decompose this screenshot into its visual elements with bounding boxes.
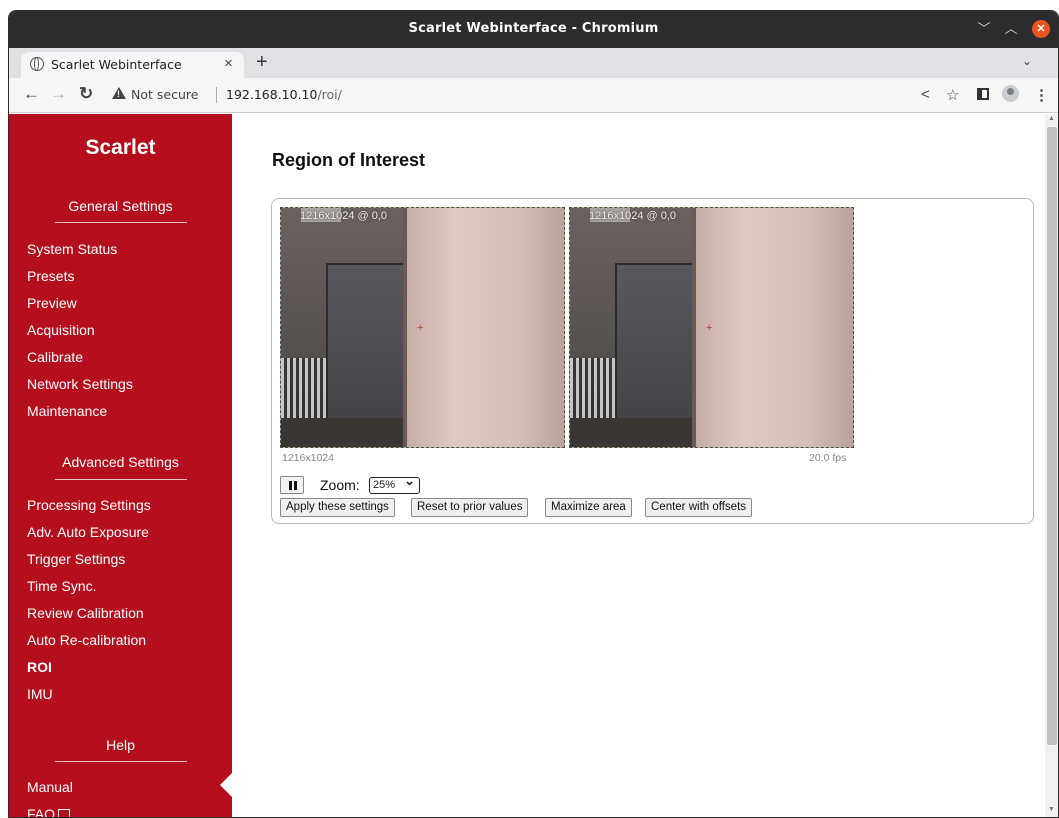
tab-scarlet[interactable]: Scarlet Webinterface × [21,52,244,78]
sidebar-item-acquisition[interactable]: Acquisition [27,322,95,338]
browser-window: Scarlet Webinterface - Chromium ﹀ ︿ ✕ Sc… [8,10,1059,818]
sidebar-item-calibrate[interactable]: Calibrate [27,349,83,365]
url-host: 192.168.10.10 [226,87,318,102]
window-title: Scarlet Webinterface - Chromium [408,21,659,36]
active-indicator [220,773,232,797]
section-general-settings: General Settings [68,198,173,214]
tab-label: Scarlet Webinterface [51,57,182,72]
maximize-icon[interactable]: ︿ [1002,20,1020,38]
title-bar: Scarlet Webinterface - Chromium ﹀ ︿ ✕ [9,11,1058,48]
zoom-select[interactable]: 25% [369,474,420,494]
chevron-down-icon[interactable]: ⌄ [1022,54,1032,68]
page-title: Region of Interest [272,150,426,170]
external-link-icon [58,809,71,817]
url-path: /roi/ [317,87,342,102]
reset-values-button[interactable]: Reset to prior values [411,498,529,517]
section-divider [55,222,187,223]
camera-image: + [570,208,853,447]
roi-overlay-label: 1216x1024 @ 0,0 [300,210,388,222]
resolution-text: 1216x1024 [282,452,334,464]
address-bar[interactable]: 192.168.10.10/roi/ [226,87,342,102]
camera-image: + [281,208,564,447]
browser-toolbar: ← → ↻ Not secure 192.168.10.10/roi/ < ☆ … [9,78,1058,113]
sidebar-item-imu[interactable]: IMU [27,686,53,702]
address-separator [216,87,217,103]
sidebar: Scarlet General Settings System Status P… [9,114,232,818]
camera-view-right[interactable]: + 1216x1024 @ 0,0 [569,207,854,448]
sidebar-item-preview[interactable]: Preview [27,295,77,311]
crosshair-icon: + [706,322,713,334]
zoom-label: Zoom: [320,477,360,493]
sidebar-item-auto-recalibration[interactable]: Auto Re-calibration [27,632,146,648]
bookmark-star-icon[interactable]: ☆ [946,86,959,104]
roi-panel: + 1216x1024 @ 0,0 + 1216x1024 @ 0,0 1216… [271,198,1034,524]
section-divider [55,761,187,762]
new-tab-button[interactable]: + [256,51,268,74]
faq-label: FAQ [27,806,56,818]
sidebar-item-review-calibration[interactable]: Review Calibration [27,605,144,621]
kebab-menu-icon[interactable]: ⋮ [1034,86,1049,104]
scroll-down-icon[interactable]: ▼ [1048,806,1055,813]
globe-icon [30,57,44,71]
sidebar-item-trigger-settings[interactable]: Trigger Settings [27,551,125,567]
tab-strip: Scarlet Webinterface × + ⌄ [9,48,1058,78]
scroll-thumb[interactable] [1047,127,1057,745]
fps-text: 20.0 fps [809,452,847,464]
warning-icon[interactable] [112,87,126,99]
scrollbar[interactable]: ▲ ▼ [1045,114,1058,817]
camera-view-left[interactable]: + 1216x1024 @ 0,0 [280,207,565,448]
center-offsets-button[interactable]: Center with offsets [645,498,753,517]
side-panel-icon[interactable] [977,88,989,100]
roi-overlay-label: 1216x1024 @ 0,0 [589,210,677,222]
profile-avatar-icon[interactable] [1002,85,1019,102]
forward-arrow-icon[interactable]: → [50,84,67,104]
sidebar-item-roi[interactable]: ROI [27,659,52,675]
section-divider [55,479,187,480]
sidebar-item-manual[interactable]: Manual [27,779,73,795]
back-arrow-icon[interactable]: ← [23,84,40,104]
reload-icon[interactable]: ↻ [79,84,93,104]
share-icon[interactable]: < [921,86,930,103]
brand-title[interactable]: Scarlet [9,136,232,160]
crosshair-icon: + [417,322,424,334]
sidebar-item-adv-auto-exposure[interactable]: Adv. Auto Exposure [27,524,149,540]
sidebar-item-maintenance[interactable]: Maintenance [27,403,107,419]
sidebar-item-time-sync[interactable]: Time Sync. [27,578,97,594]
sidebar-item-processing-settings[interactable]: Processing Settings [27,497,151,513]
sidebar-item-network-settings[interactable]: Network Settings [27,376,133,392]
scroll-up-icon[interactable]: ▲ [1048,115,1055,122]
sidebar-item-faq[interactable]: FAQ [27,806,71,818]
section-advanced-settings: Advanced Settings [62,454,179,470]
page-viewport: Scarlet General Settings System Status P… [9,114,1058,818]
sidebar-item-presets[interactable]: Presets [27,268,74,284]
pause-button[interactable] [280,476,304,494]
maximize-area-button[interactable]: Maximize area [545,498,632,517]
apply-settings-button[interactable]: Apply these settings [280,498,395,517]
main-content: Region of Interest + 1216x1024 @ 0,0 + 1… [232,114,1044,817]
security-label[interactable]: Not secure [131,87,198,102]
close-tab-icon[interactable]: × [224,55,233,72]
section-help: Help [106,737,135,753]
sidebar-item-system-status[interactable]: System Status [27,241,117,257]
minimize-icon[interactable]: ﹀ [975,20,993,38]
close-window-icon[interactable]: ✕ [1032,20,1050,38]
